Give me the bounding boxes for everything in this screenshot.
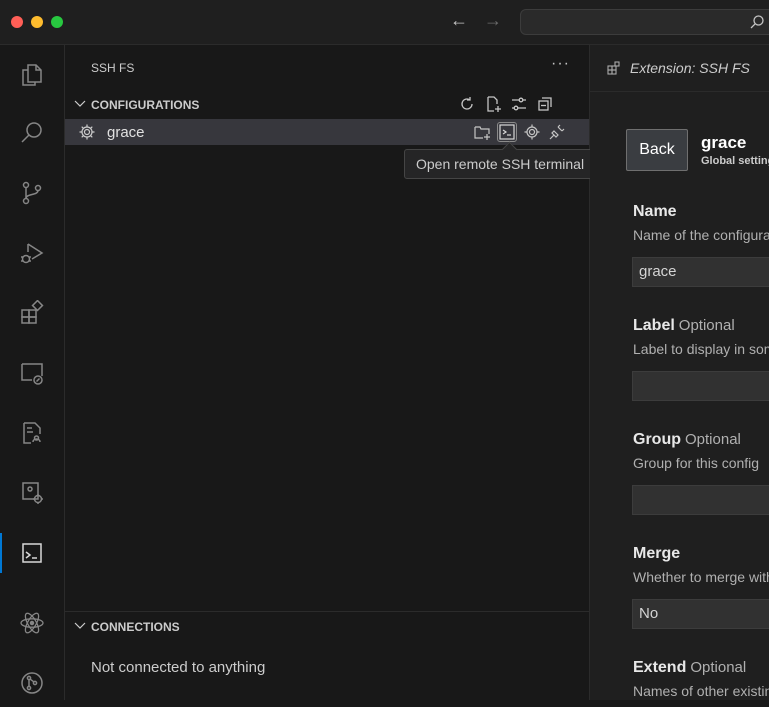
editor-area: Extension: SSH FS Back grace Global sett…	[590, 45, 769, 700]
field-description-extend: Names of other existing configs	[633, 683, 769, 699]
field-label-extend: Extend Optional	[633, 659, 747, 676]
open-terminal-icon[interactable]	[497, 122, 517, 142]
configuration-label: grace	[107, 124, 145, 141]
field-description-group: Group for this config	[633, 455, 760, 471]
extensions-icon	[607, 61, 621, 78]
optional-tag: Optional	[690, 659, 747, 676]
configurations-actions	[458, 95, 554, 113]
activity-bar	[0, 45, 65, 700]
connections-label: CONNECTIONS	[91, 620, 180, 634]
chevron-down-icon	[73, 96, 87, 113]
section-divider	[65, 611, 589, 612]
gear-icon	[78, 123, 96, 144]
merge-select[interactable]: No	[632, 599, 769, 629]
tab-extension-ssh-fs[interactable]: Extension: SSH FS	[590, 45, 769, 91]
field-label-label: Label Optional	[633, 317, 735, 334]
field-label-name: Name	[633, 203, 677, 220]
back-button[interactable]: Back	[626, 129, 688, 171]
sidebar-title: SSH FS	[91, 61, 135, 75]
refresh-icon[interactable]	[458, 95, 476, 113]
optional-tag: Optional	[678, 317, 735, 334]
back-arrow-icon[interactable]: ←	[450, 10, 468, 31]
configuration-item-actions	[473, 122, 566, 142]
name-input[interactable]: grace	[632, 257, 769, 287]
collapse-all-icon[interactable]	[536, 95, 554, 113]
config-title: grace	[701, 133, 747, 152]
tab-bar: Extension: SSH FS	[590, 45, 769, 92]
field-description-label: Label to display in some UI places	[633, 341, 769, 357]
config-editor-form: Back grace Global settings Name Name of …	[590, 91, 769, 700]
label-input[interactable]	[632, 371, 769, 401]
group-input[interactable]	[632, 485, 769, 515]
configurations-section-header[interactable]: CONFIGURATIONS	[65, 93, 589, 117]
explorer-icon[interactable]	[0, 51, 64, 99]
source-control-icon[interactable]	[0, 169, 64, 217]
edit-settings-icon[interactable]	[523, 123, 541, 141]
minimize-window-button[interactable]	[31, 16, 43, 28]
remote-explorer-icon[interactable]	[0, 349, 64, 397]
add-workspace-folder-icon[interactable]	[473, 123, 491, 141]
extensions-icon[interactable]	[0, 289, 64, 337]
sidebar-ssh-fs: SSH FS ··· CONFIGURATIONS grace Open rem…	[65, 45, 615, 700]
terminal-icon[interactable]	[0, 529, 64, 577]
configurations-label: CONFIGURATIONS	[91, 98, 200, 112]
tooltip: Open remote SSH terminal	[404, 149, 615, 179]
field-description-merge: Whether to merge with	[633, 569, 769, 585]
field-description-name: Name of the configuration	[633, 227, 769, 243]
notebook-icon[interactable]	[0, 409, 64, 457]
maximize-window-button[interactable]	[51, 16, 63, 28]
remote-settings-icon[interactable]	[0, 469, 64, 517]
chevron-down-icon	[73, 618, 87, 635]
connections-section-header[interactable]: CONNECTIONS	[65, 615, 589, 639]
field-label-merge: Merge	[633, 545, 681, 562]
optional-tag: Optional	[685, 431, 741, 448]
more-actions-button[interactable]: ···	[551, 55, 570, 73]
tab-label: Extension: SSH FS	[630, 60, 750, 76]
settings-sliders-icon[interactable]	[510, 95, 528, 113]
title-bar: ← →	[0, 0, 769, 45]
config-subtitle: Global settings	[701, 155, 769, 167]
configuration-item-grace[interactable]: grace	[65, 119, 589, 145]
search-icon	[749, 14, 765, 33]
search-icon[interactable]	[0, 109, 64, 157]
field-label-group: Group Optional	[633, 431, 741, 448]
close-window-button[interactable]	[11, 16, 23, 28]
new-file-icon[interactable]	[484, 95, 502, 113]
connect-plug-icon[interactable]	[548, 123, 566, 141]
command-center-search[interactable]	[520, 9, 769, 35]
forward-arrow-icon[interactable]: →	[484, 10, 502, 31]
connections-empty-text: Not connected to anything	[91, 659, 266, 676]
run-debug-icon[interactable]	[0, 229, 64, 277]
react-icon[interactable]	[0, 599, 64, 647]
